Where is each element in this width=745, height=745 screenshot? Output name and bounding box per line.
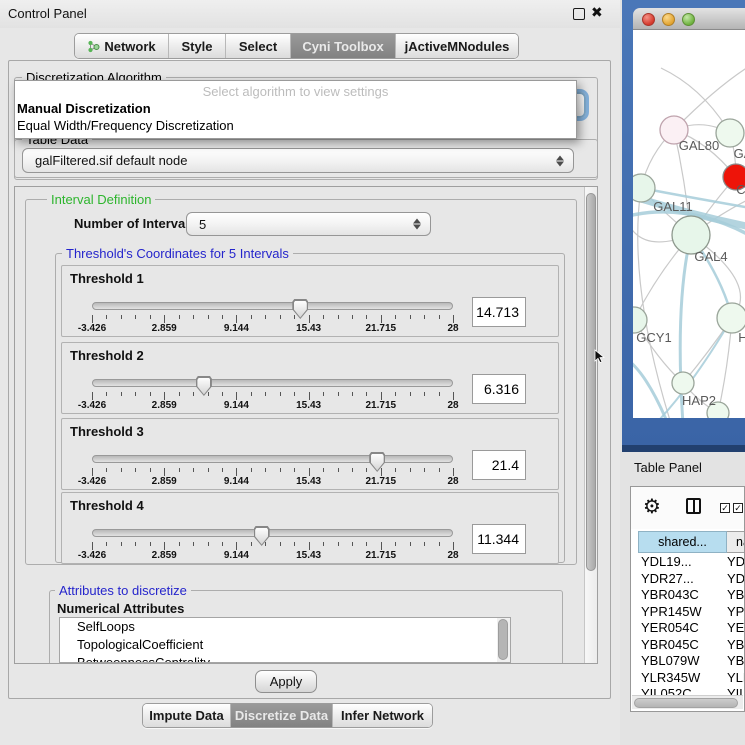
table-header-row: shared... na [631, 531, 745, 553]
checkbox-icon[interactable]: ✓ [720, 503, 730, 513]
zoom-light-icon[interactable] [682, 13, 695, 26]
interval-group-title: Interval Definition [47, 192, 155, 207]
network-node[interactable] [716, 119, 744, 147]
thresholds-group-title: Threshold's Coordinates for 5 Intervals [62, 246, 293, 261]
network-icon [87, 40, 100, 53]
close-light-icon[interactable] [642, 13, 655, 26]
network-node-label: GAL80 [679, 138, 719, 153]
threshold-panel: Threshold 3 -3.4262.8599.14415.4321.7152… [61, 418, 559, 490]
table-row[interactable]: YLR345WYLR3 [638, 670, 745, 687]
threshold-label: Threshold 1 [70, 271, 144, 286]
control-panel-titlebar: Control Panel ✖ [0, 0, 620, 28]
table-row[interactable]: YER054CYER0 [638, 620, 745, 637]
table-row[interactable]: YBR043CYBR0 [638, 587, 745, 604]
threshold-value-field[interactable]: 14.713 [472, 297, 526, 327]
table-rows: YDL19...YDL1YDR27...YDR2YBR043CYBR0YPR14… [638, 554, 745, 696]
tab-select[interactable]: Select [226, 34, 291, 58]
network-view-window[interactable]: GAL80 GA C GAL11 GAL4 GCY1 H HAP2 [622, 0, 745, 452]
minimize-light-icon[interactable] [662, 13, 675, 26]
threshold-value-field[interactable]: 11.344 [472, 524, 526, 554]
network-node[interactable] [633, 174, 655, 202]
table-horizontal-scrollbar[interactable] [632, 695, 743, 709]
column-header-name[interactable]: na [727, 531, 745, 553]
threshold-label: Threshold 4 [70, 498, 144, 513]
network-node-label: GCY1 [636, 330, 671, 345]
combo-arrows-icon [413, 219, 421, 230]
column-header-shared[interactable]: shared... [638, 531, 727, 553]
slider-track[interactable] [92, 302, 453, 310]
network-node-label: HAP2 [682, 393, 716, 408]
table-data-combobox-value: galFiltered.sif default node [35, 153, 187, 168]
settings-vertical-scrollbar[interactable] [584, 187, 597, 663]
tab-impute-data[interactable]: Impute Data [143, 704, 231, 727]
network-window-titlebar[interactable] [633, 8, 745, 30]
algorithm-dropdown-options: Manual DiscretizationEqual Width/Frequen… [17, 100, 574, 134]
panel-title: Control Panel [8, 6, 87, 21]
slider-track[interactable] [92, 529, 453, 537]
tab-cyni-toolbox[interactable]: Cyni Toolbox [291, 34, 396, 58]
tab-discretize-data[interactable]: Discretize Data [231, 704, 333, 727]
numerical-attributes-label: Numerical Attributes [57, 601, 184, 616]
dropdown-hint: Select algorithm to view settings [15, 83, 576, 100]
slider-track[interactable] [92, 455, 453, 463]
table-row[interactable]: YDL19...YDL1 [638, 554, 745, 571]
threshold-panel: Threshold 2 -3.4262.8599.14415.4321.7152… [61, 342, 559, 414]
threshold-panel: Threshold 1 -3.4262.8599.14415.4321.7152… [61, 265, 559, 337]
apply-button[interactable]: Apply [255, 670, 317, 693]
network-node-label: H [738, 330, 745, 345]
table-data-combobox[interactable]: galFiltered.sif default node [22, 148, 574, 173]
network-edge [638, 188, 673, 418]
gear-icon[interactable]: ⚙ [643, 494, 661, 518]
dropdown-option[interactable]: Equal Width/Frequency Discretization [17, 117, 574, 134]
bottom-tab-bar: Impute DataDiscretize DataInfer Network [142, 703, 433, 728]
threshold-panel: Threshold 4 -3.4262.8599.14415.4321.7152… [61, 492, 559, 564]
tab-style[interactable]: Style [169, 34, 226, 58]
top-tab-bar: NetworkStyleSelectCyni ToolboxjActiveMNo… [74, 33, 519, 59]
threshold-label: Threshold 3 [70, 424, 144, 439]
control-panel: Control Panel ✖ NetworkStyleSelectCyni T… [0, 0, 620, 745]
table-row[interactable]: YBR045CYBR0 [638, 637, 745, 654]
threshold-value-field[interactable]: 6.316 [472, 374, 526, 404]
attribute-list-item[interactable]: BetweennessCentrality [60, 654, 510, 663]
threshold-value-field[interactable]: 21.4 [472, 450, 526, 480]
attribute-list-item[interactable]: SelfLoops [60, 618, 510, 636]
attribute-list-item[interactable]: TopologicalCoefficient [60, 636, 510, 654]
dropdown-option[interactable]: Manual Discretization [17, 100, 574, 117]
split-table-icon[interactable] [686, 498, 701, 514]
checkbox-icon[interactable]: ✓ [733, 503, 743, 513]
algorithm-dropdown-popup: Select algorithm to view settings Manual… [14, 80, 577, 139]
network-canvas[interactable]: GAL80 GA C GAL11 GAL4 GCY1 H HAP2 [633, 30, 745, 418]
settings-scrollpane: Interval Definition Number of Intervals … [14, 186, 598, 664]
network-node[interactable] [717, 303, 745, 333]
close-icon[interactable]: ✖ [591, 4, 603, 21]
network-node-label: GAL11 [653, 199, 693, 214]
num-intervals-combobox[interactable]: 5 [186, 212, 431, 236]
network-graph[interactable]: GAL80 GA C GAL11 GAL4 GCY1 H HAP2 [633, 30, 745, 418]
mouse-cursor-icon [594, 349, 605, 364]
slider-track[interactable] [92, 379, 453, 387]
attributes-list-scrollbar[interactable] [497, 618, 510, 662]
table-toolbar: ⚙ ✓ ✓ [631, 487, 744, 529]
table-row[interactable]: YBL079WYBL0 [638, 653, 745, 670]
table-row[interactable]: YPR145WYPR1 [638, 604, 745, 621]
network-node-label: C [736, 182, 745, 197]
threshold-label: Threshold 2 [70, 348, 144, 363]
table-panel: ⚙ ✓ ✓ shared... na YDL19...YDL1YDR27...Y… [630, 486, 745, 712]
float-window-icon[interactable] [573, 8, 585, 20]
numerical-attributes-list[interactable]: SelfLoopsTopologicalCoefficientBetweenne… [59, 617, 511, 663]
network-node-label: GAL4 [694, 249, 727, 264]
num-intervals-value: 5 [199, 217, 206, 232]
tab-jactivemnodules[interactable]: jActiveMNodules [396, 34, 518, 58]
network-node[interactable] [672, 372, 694, 394]
table-row[interactable]: YDR27...YDR2 [638, 571, 745, 588]
num-intervals-label: Number of Intervals [74, 216, 196, 231]
table-panel-title: Table Panel [634, 460, 702, 475]
tab-network[interactable]: Network [75, 34, 169, 58]
combo-arrows-icon [556, 155, 564, 166]
attributes-group-title: Attributes to discretize [55, 583, 191, 598]
network-node-label: GA [734, 146, 745, 161]
tab-infer-network[interactable]: Infer Network [333, 704, 432, 727]
